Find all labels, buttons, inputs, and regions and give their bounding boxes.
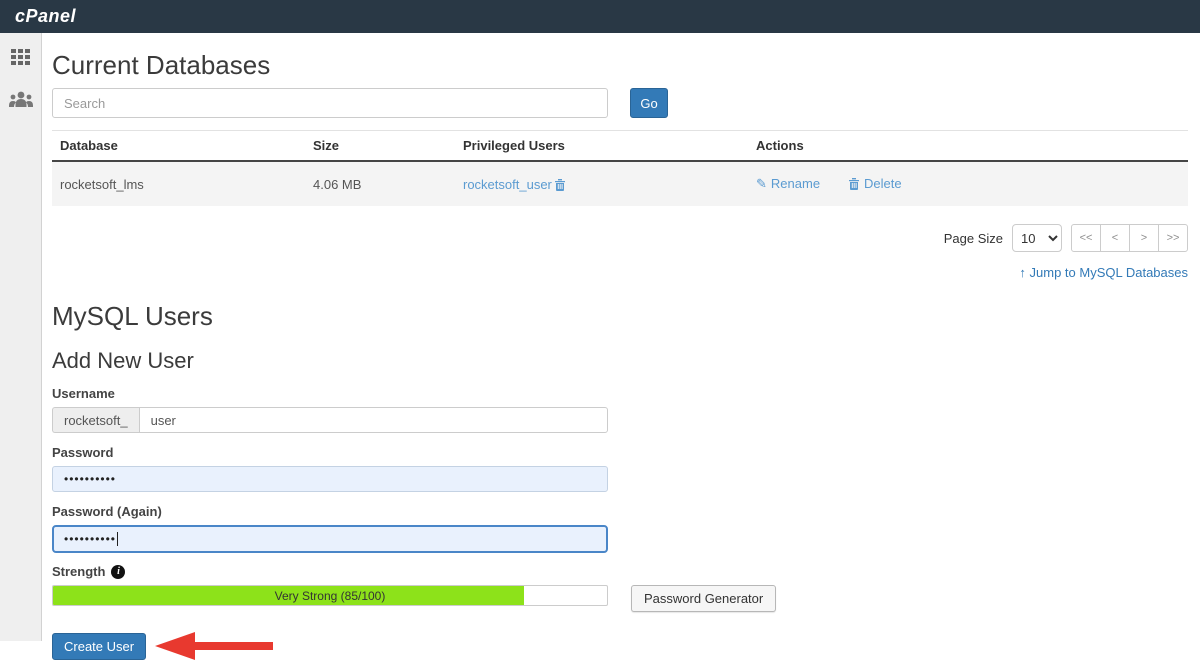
sidebar [0,33,42,641]
col-header-privileged-users: Privileged Users [455,131,748,162]
strength-bar: Very Strong (85/100) [52,585,608,606]
col-header-database: Database [52,131,305,162]
password-input[interactable] [52,466,608,492]
main-content: Current Databases Go Database Size Privi… [42,33,1200,641]
password-generator-button[interactable]: Password Generator [631,585,776,612]
cell-database-size: 4.06 MB [305,161,455,206]
cell-actions: ✎Rename Delete [748,161,1188,206]
cell-privileged-users: rocketsoft_user [455,161,748,206]
delete-link[interactable]: Delete [848,176,902,191]
pencil-icon: ✎ [756,176,767,192]
user-manager-icon[interactable] [8,89,34,109]
username-input[interactable] [139,407,608,433]
username-prefix: rocketsoft_ [52,407,139,433]
rename-link[interactable]: ✎Rename [756,176,820,191]
cpanel-logo: cPanel [15,6,76,27]
mysql-users-title: MySQL Users [52,301,1188,332]
databases-table: Database Size Privileged Users Actions r… [52,130,1188,206]
pagination-row: Page Size 10 << < > >> [52,224,1188,252]
pager-first-button[interactable]: << [1071,224,1101,252]
password-label: Password [52,445,1188,460]
search-input[interactable] [52,88,608,118]
jump-row: ↑ Jump to MySQL Databases [52,265,1188,280]
table-row: rocketsoft_lms 4.06 MB rocketsoft_user ✎… [52,161,1188,206]
pager: << < > >> [1071,224,1188,252]
privileged-user-link[interactable]: rocketsoft_user [463,177,552,192]
create-row: Create User [52,629,1188,663]
text-caret [117,532,118,546]
pager-prev-button[interactable]: < [1100,224,1130,252]
go-button[interactable]: Go [630,88,668,118]
search-row: Go [52,88,1188,118]
username-label: Username [52,386,1188,401]
up-arrow-icon: ↑ [1019,265,1026,280]
cell-database-name: rocketsoft_lms [52,161,305,206]
strength-label-row: Strength i [52,564,1188,579]
col-header-actions: Actions [748,131,1188,162]
page-size-label: Page Size [944,231,1003,246]
strength-row: Very Strong (85/100) Password Generator [52,585,1188,612]
col-header-size: Size [305,131,455,162]
revoke-user-trash-icon[interactable] [554,178,566,191]
top-navbar: cPanel [0,0,1200,33]
info-icon[interactable]: i [111,565,125,579]
page-size-select[interactable]: 10 [1012,224,1062,252]
pager-next-button[interactable]: > [1129,224,1159,252]
jump-to-mysql-databases-link[interactable]: ↑ Jump to MySQL Databases [1019,265,1188,280]
delete-trash-icon [848,177,860,190]
apps-grid-icon[interactable] [11,49,30,65]
pager-last-button[interactable]: >> [1158,224,1188,252]
password-again-label: Password (Again) [52,504,1188,519]
strength-label: Strength [52,564,105,579]
password-again-input[interactable]: •••••••••• [52,525,608,553]
strength-text: Very Strong (85/100) [53,586,607,605]
create-user-button[interactable]: Create User [52,633,146,660]
page-title: Current Databases [52,50,1188,81]
annotation-arrow [153,629,275,663]
username-input-group: rocketsoft_ [52,407,608,433]
add-new-user-title: Add New User [52,348,1188,374]
